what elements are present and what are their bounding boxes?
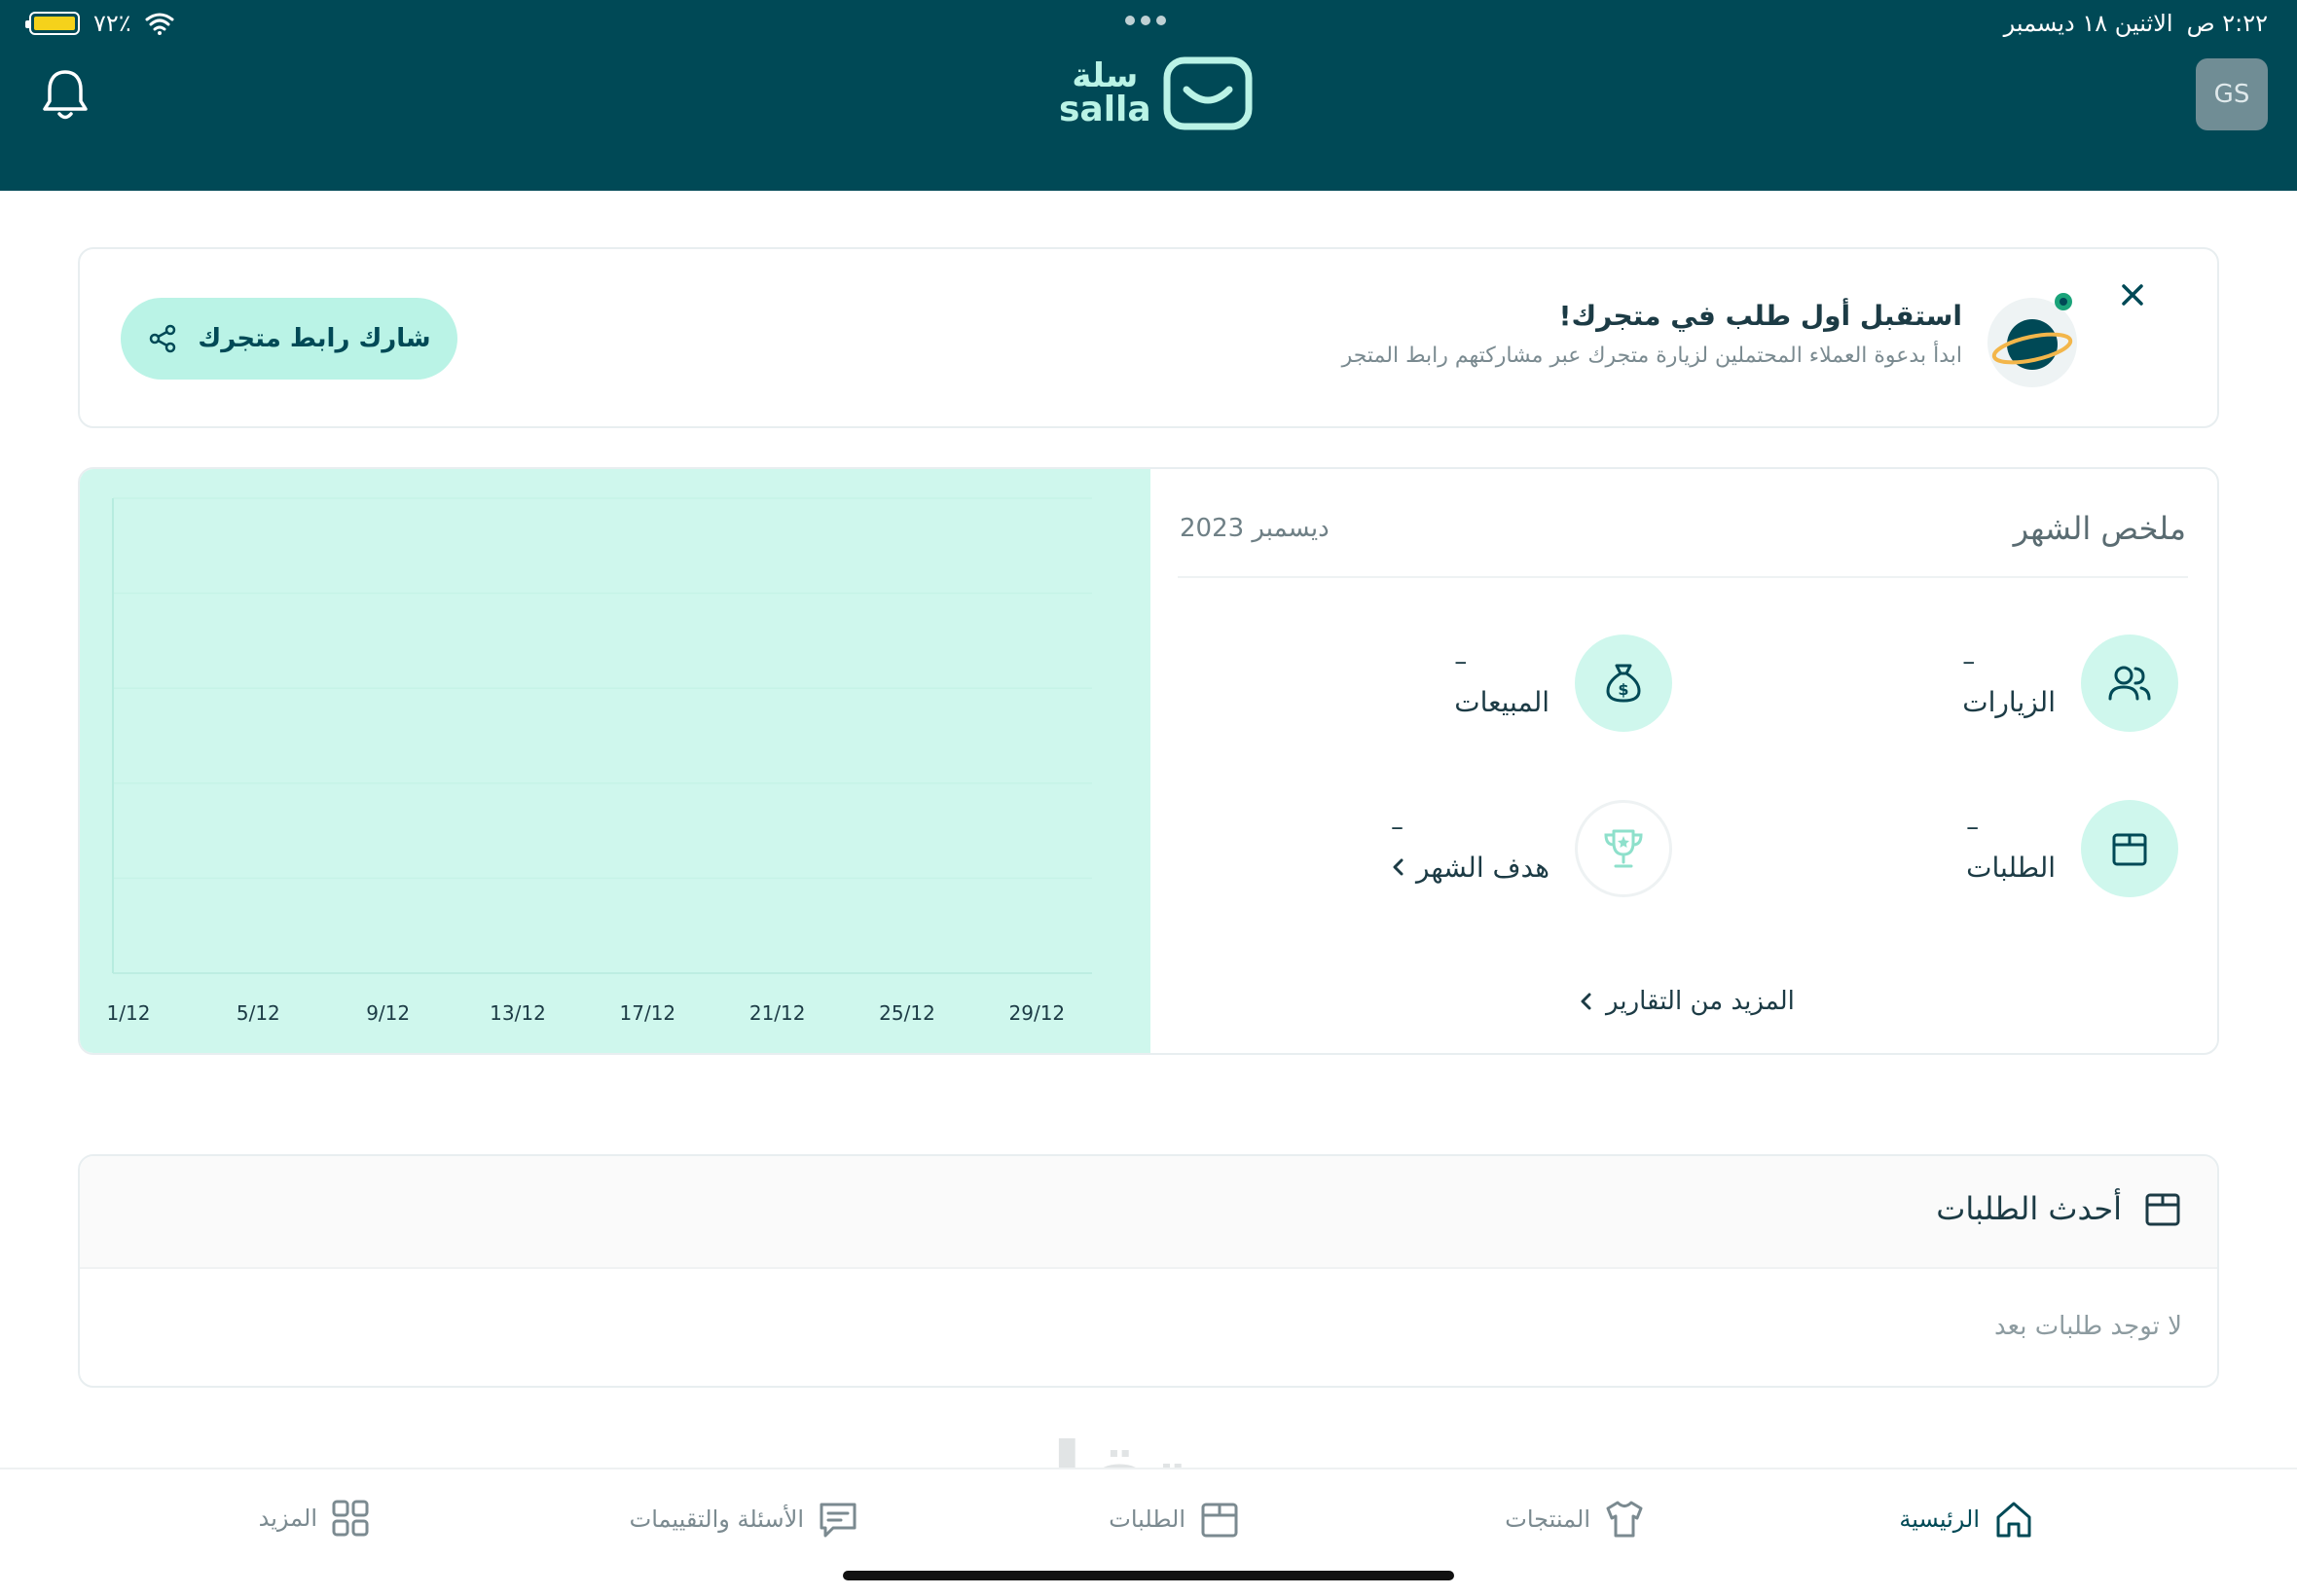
latest-orders-header: أحدث الطلبات — [80, 1156, 2217, 1269]
wifi-icon — [145, 13, 174, 35]
stat-goal-value: – — [1390, 812, 1404, 842]
x-tick-label: 29/12 — [1009, 1001, 1066, 1025]
users-icon — [2081, 635, 2178, 732]
status-bar-left: ٧٢٪ — [25, 6, 174, 41]
banner-text: استقبل أول طلب في متجرك! ابدأ بدعوة العم… — [1342, 300, 1962, 368]
planet-icon — [1987, 293, 2077, 387]
grid-icon — [332, 1500, 369, 1537]
home-indicator[interactable] — [843, 1571, 1454, 1580]
tab-questions-label: الأسئلة والتقييمات — [629, 1505, 804, 1533]
banner-subtitle: ابدأ بدعوة العملاء المحتملين لزيارة متجر… — [1341, 344, 1962, 368]
logo-text-ar: سلة — [1072, 56, 1139, 95]
stat-sales[interactable]: – المبيعات $ — [1454, 635, 1672, 732]
box-icon — [2081, 800, 2178, 897]
stat-orders-label: الطلبات — [1966, 851, 2056, 884]
banner-title: استقبل أول طلب في متجرك! — [1558, 300, 1962, 332]
box-icon — [1201, 1503, 1238, 1538]
close-icon[interactable] — [2116, 278, 2149, 311]
summary-month: ديسمبر 2023 — [1180, 514, 1330, 543]
tab-orders[interactable]: الطلبات — [1109, 1499, 1240, 1540]
stat-visits[interactable]: – الزيارات — [1962, 635, 2178, 732]
battery-percent: ٧٢٪ — [93, 10, 131, 37]
svg-text:$: $ — [1618, 680, 1628, 699]
x-tick-label: 13/12 — [490, 1001, 546, 1025]
share-icon — [150, 324, 176, 353]
stat-sales-value: – — [1454, 646, 1468, 676]
trophy-icon — [1575, 800, 1672, 897]
x-tick-label: 1/12 — [107, 1001, 151, 1025]
visits-chart: 1/12 5/12 9/12 13/12 17/12 21/12 25/12 29/12 — [80, 469, 1150, 1053]
avatar[interactable]: GS — [2196, 58, 2268, 130]
stat-visits-label: الزيارات — [1962, 685, 2056, 718]
share-button-label: شارك رابط متجرك — [198, 324, 431, 353]
more-reports-link[interactable]: المزيد من التقارير — [1579, 987, 1795, 1016]
chevron-left-icon — [1581, 993, 1591, 1010]
avatar-initials: GS — [2213, 80, 2250, 109]
tab-more-label: المزيد — [258, 1505, 317, 1532]
chart-plot: 1/12 5/12 9/12 13/12 17/12 21/12 25/12 29/12 — [107, 497, 1092, 1025]
x-tick-label: 21/12 — [749, 1001, 806, 1025]
stat-sales-label: المبيعات — [1454, 685, 1550, 718]
share-store-link-button[interactable]: شارك رابط متجرك — [121, 298, 457, 380]
salla-bag-icon — [1163, 56, 1253, 130]
tab-home-label: الرئيسية — [1899, 1505, 1980, 1533]
multitask-dots[interactable] — [1125, 16, 1166, 25]
box-icon — [2145, 1193, 2180, 1226]
app-header: ٢:٢٢ ص الاثنين ١٨ ديسمبر ٧٢٪ سلة salla G… — [0, 0, 2297, 191]
month-summary-card: 1/12 5/12 9/12 13/12 17/12 21/12 25/12 29/12 مل… — [78, 467, 2219, 1055]
summary-title: ملخص الشهر — [2013, 510, 2186, 547]
tab-questions-reviews[interactable]: الأسئلة والتقييمات — [630, 1499, 858, 1540]
latest-orders-card: أحدث الطلبات لا توجد طلبات بعد — [78, 1154, 2219, 1388]
status-time: ٢:٢٢ ص — [2186, 10, 2268, 37]
tab-products[interactable]: المنتجات — [1505, 1499, 1645, 1540]
status-bar-right: ٢:٢٢ ص الاثنين ١٨ ديسمبر — [2004, 6, 2268, 41]
stat-goal-label: هدف الشهر — [1415, 851, 1550, 884]
chat-icon — [820, 1503, 857, 1538]
first-order-banner: شارك رابط متجرك استقبل أول طلب في متجرك!… — [78, 247, 2219, 428]
x-tick-label: 25/12 — [879, 1001, 935, 1025]
money-bag-icon: $ — [1575, 635, 1672, 732]
battery-icon — [25, 12, 80, 35]
tab-orders-label: الطلبات — [1109, 1505, 1185, 1533]
x-tick-label: 17/12 — [620, 1001, 676, 1025]
latest-orders-title: أحدث الطلبات — [1936, 1190, 2122, 1227]
stat-orders[interactable]: – الطلبات — [1966, 800, 2178, 897]
tab-products-label: المنتجات — [1505, 1505, 1590, 1533]
x-tick-label: 5/12 — [237, 1001, 280, 1025]
x-tick-label: 9/12 — [366, 1001, 410, 1025]
tab-more[interactable]: المزيد — [259, 1499, 370, 1538]
chevron-left-icon — [1393, 858, 1404, 876]
salla-logo: سلة salla — [1059, 56, 1253, 130]
summary-divider — [1178, 576, 2188, 578]
home-icon — [1996, 1502, 2031, 1538]
no-orders-text: لا توجد طلبات بعد — [1994, 1312, 2182, 1341]
more-reports-label: المزيد من التقارير — [1606, 987, 1795, 1016]
stat-visits-value: – — [1962, 646, 1976, 676]
stat-orders-value: – — [1966, 812, 1980, 842]
status-date: الاثنين ١٨ ديسمبر — [2003, 10, 2173, 37]
bell-icon[interactable] — [39, 66, 91, 123]
logo-text-en: salla — [1059, 90, 1151, 129]
stat-monthly-goal[interactable]: – هدف الشهر — [1391, 800, 1672, 897]
tab-home[interactable]: الرئيسية — [1899, 1499, 2034, 1540]
tshirt-icon — [1606, 1501, 1643, 1538]
